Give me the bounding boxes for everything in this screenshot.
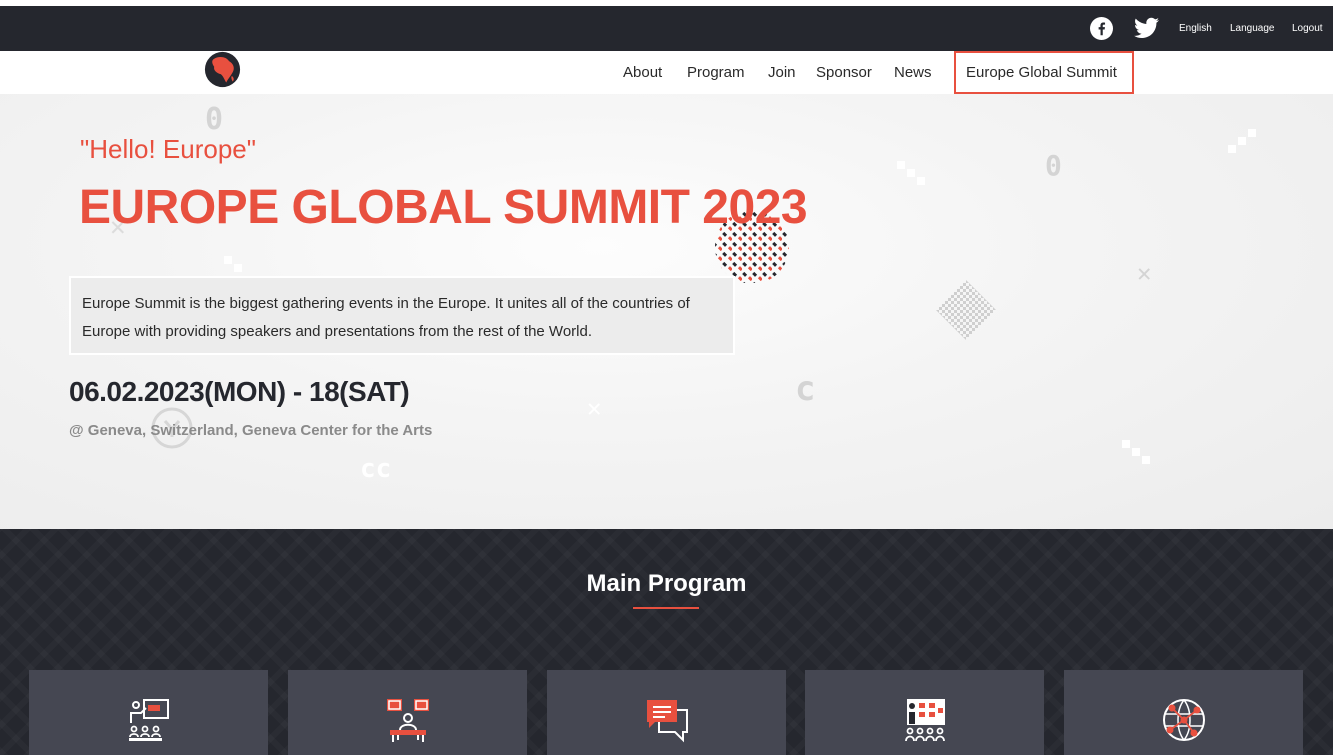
- nav-sponsor[interactable]: Sponsor: [816, 64, 872, 81]
- globe-logo-icon[interactable]: [204, 51, 241, 88]
- program-card-exhibition[interactable]: [288, 670, 527, 755]
- workshop-icon: [905, 699, 945, 742]
- decor-c-icon: c: [795, 369, 816, 409]
- top-utility-bar: English Language Logout: [0, 6, 1333, 51]
- main-program-section: Main Program: [0, 529, 1333, 755]
- language-link[interactable]: Language: [1230, 23, 1275, 34]
- logout-link[interactable]: Logout: [1292, 23, 1323, 34]
- decor-steps-icon: [224, 256, 242, 272]
- decor-steps-icon: [897, 161, 925, 185]
- decor-cross-icon: ✕: [1137, 259, 1152, 287]
- presentation-icon: [129, 699, 169, 741]
- decor-cc-icon: cc: [360, 454, 392, 484]
- nav-program[interactable]: Program: [687, 64, 745, 81]
- main-navbar: About Program Join Sponsor News Europe G…: [0, 51, 1333, 94]
- hero-section: 0 0 c cc ✕ ✕ ✕ "Hello! Europe" EUROPE GL…: [0, 94, 1333, 529]
- program-card-network[interactable]: [1064, 670, 1303, 755]
- english-link[interactable]: English: [1179, 23, 1212, 34]
- network-icon: [1163, 699, 1205, 741]
- decor-steps-icon: [1122, 440, 1150, 464]
- section-title: Main Program: [586, 570, 747, 597]
- nav-join[interactable]: Join: [768, 64, 796, 81]
- nav-about[interactable]: About: [623, 64, 662, 81]
- hero-title: EUROPE GLOBAL SUMMIT 2023: [79, 181, 808, 234]
- facebook-icon[interactable]: [1090, 17, 1113, 40]
- decor-cross-icon: ✕: [587, 394, 602, 422]
- event-location: @ Geneva, Switzerland, Geneva Center for…: [69, 422, 433, 439]
- event-date: 06.02.2023(MON) - 18(SAT): [69, 376, 410, 407]
- decor-zero-icon: 0: [205, 102, 224, 137]
- exhibition-icon: [387, 699, 429, 742]
- program-card-discussion[interactable]: [547, 670, 786, 755]
- discussion-icon: [647, 700, 688, 743]
- nav-news[interactable]: News: [894, 64, 932, 81]
- decor-zero-icon: 0: [1045, 149, 1062, 182]
- decor-diamond-icon: [936, 280, 996, 340]
- title-underline: [633, 607, 699, 609]
- twitter-icon[interactable]: [1134, 17, 1159, 39]
- program-card-presentation[interactable]: [29, 670, 268, 755]
- program-card-workshop[interactable]: [805, 670, 1044, 755]
- hero-greeting: "Hello! Europe": [80, 134, 256, 164]
- nav-europe-global-summit[interactable]: Europe Global Summit: [954, 51, 1134, 94]
- decor-steps-icon: [1228, 129, 1256, 153]
- hero-description: Europe Summit is the biggest gathering e…: [69, 276, 735, 355]
